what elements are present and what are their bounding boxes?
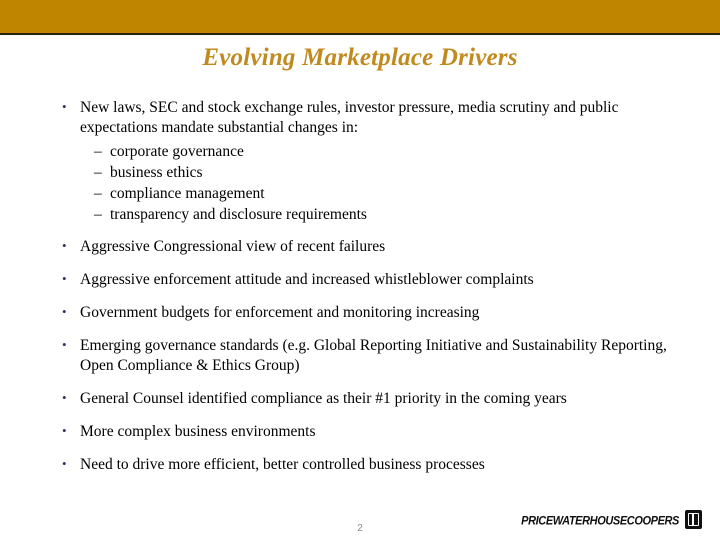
bullet-item: Government budgets for enforcement and m… — [58, 302, 668, 323]
page-title: Evolving Marketplace Drivers — [202, 44, 518, 71]
sub-bullet-item: compliance management — [94, 183, 668, 204]
bullet-item: Need to drive more efficient, better con… — [58, 454, 668, 475]
bullet-item: More complex business environments — [58, 421, 668, 442]
pwc-logo-text: PricewaterhouseCoopers — [521, 509, 679, 529]
sub-bullet-list: corporate governance business ethics com… — [58, 141, 668, 225]
header-banner-fill — [0, 0, 720, 33]
bullet-item: Emerging governance standards (e.g. Glob… — [58, 335, 668, 376]
bullet-item: Aggressive Congressional view of recent … — [58, 236, 668, 257]
bullet-item: Aggressive enforcement attitude and incr… — [58, 269, 668, 290]
sub-bullet-item: corporate governance — [94, 141, 668, 162]
sub-bullet-item: transparency and disclosure requirements — [94, 204, 668, 225]
slide: Evolving Marketplace Drivers New laws, S… — [0, 0, 720, 540]
slide-body: New laws, SEC and stock exchange rules, … — [58, 97, 668, 488]
sub-bullet-item: business ethics — [94, 162, 668, 183]
bullet-item: General Counsel identified compliance as… — [58, 388, 668, 409]
bullet-item: New laws, SEC and stock exchange rules, … — [58, 97, 668, 138]
pwc-logo: PricewaterhouseCoopers — [521, 506, 702, 532]
header-banner — [0, 0, 720, 35]
pwc-square-emblem-icon — [685, 509, 702, 529]
